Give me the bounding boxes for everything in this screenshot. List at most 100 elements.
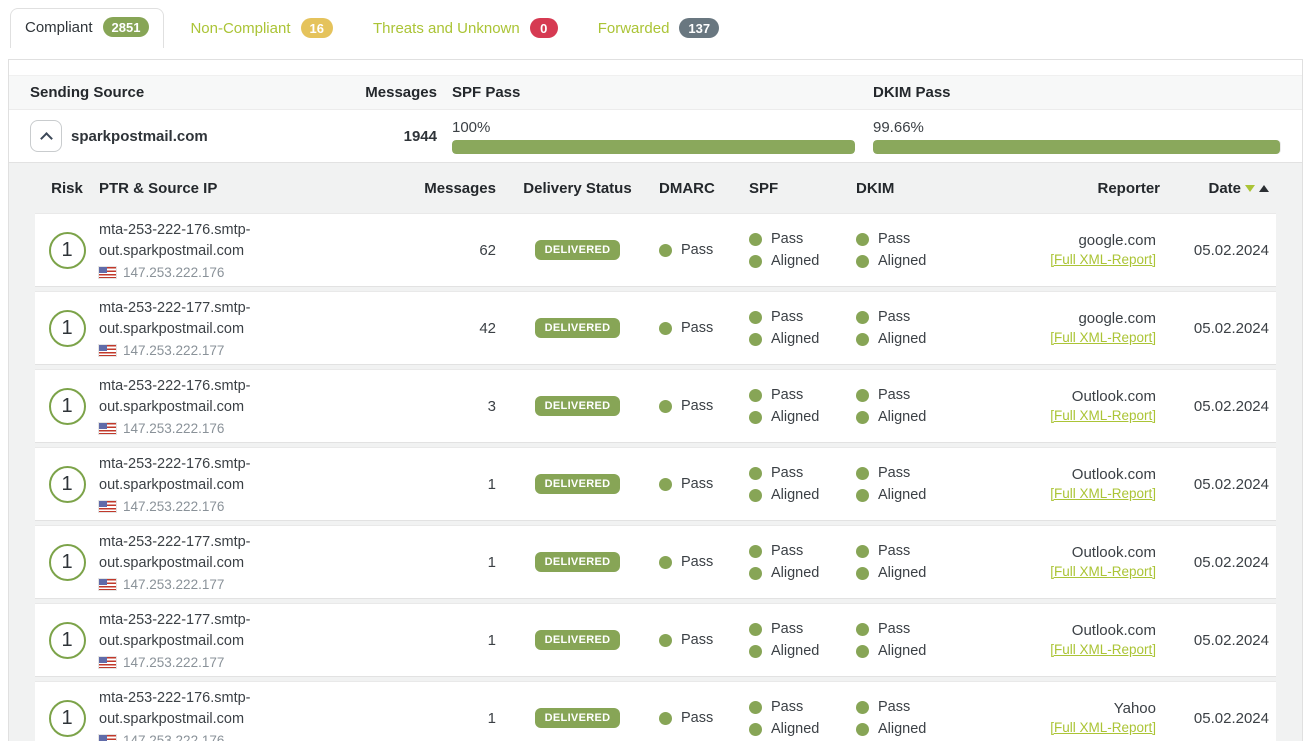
us-flag-icon [99, 657, 116, 668]
risk-score-badge: 1 [49, 622, 86, 659]
tab-non-compliant[interactable]: Non-Compliant 16 [176, 10, 347, 47]
spf-pass-dot-icon [749, 545, 762, 558]
table-row: 1 mta-253-222-177.smtp-out.sparkpostmail… [35, 603, 1276, 677]
spf-pass-bar-fill [452, 140, 855, 154]
table-row: 1 mta-253-222-177.smtp-out.sparkpostmail… [35, 525, 1276, 599]
dkim-pass-bar [873, 140, 1281, 154]
dkim-alignment: Aligned [878, 329, 926, 349]
sort-descending-icon[interactable] [1245, 185, 1255, 192]
dkim-pass-dot-icon [856, 389, 869, 402]
spf-aligned-dot-icon [749, 411, 762, 424]
header-ptr-source-ip: PTR & Source IP [99, 180, 335, 197]
source-ip: 147.253.222.176 [123, 733, 224, 741]
spf-result: Pass [771, 385, 803, 405]
full-xml-report-link[interactable]: [Full XML-Report] [1050, 486, 1156, 501]
dkim-alignment: Aligned [878, 251, 926, 271]
dkim-aligned-dot-icon [856, 645, 869, 658]
report-date: 05.02.2024 [1160, 320, 1276, 337]
chevron-up-icon [40, 132, 53, 145]
dkim-pass-dot-icon [856, 233, 869, 246]
risk-score-badge: 1 [49, 388, 86, 425]
tab-forwarded-label: Forwarded [598, 20, 670, 37]
sort-ascending-icon[interactable] [1259, 185, 1269, 192]
dmarc-result: Pass [681, 396, 713, 416]
spf-result: Pass [771, 463, 803, 483]
row-messages-count: 42 [335, 320, 496, 337]
source-ip: 147.253.222.177 [123, 655, 224, 670]
dmarc-pass-dot-icon [659, 400, 672, 413]
collapse-source-button[interactable] [30, 120, 62, 152]
full-xml-report-link[interactable]: [Full XML-Report] [1050, 642, 1156, 657]
spf-pass-dot-icon [749, 311, 762, 324]
ptr-hostname: mta-253-222-177.smtp-out.sparkpostmail.c… [99, 610, 279, 652]
report-date: 05.02.2024 [1160, 632, 1276, 649]
row-messages-count: 1 [335, 476, 496, 493]
us-flag-icon [99, 423, 116, 434]
dkim-pass-bar-fill [873, 140, 1280, 154]
tab-forwarded-count-badge: 137 [679, 18, 719, 38]
tab-threats-and-unknown[interactable]: Threats and Unknown 0 [359, 10, 572, 47]
report-date: 05.02.2024 [1160, 242, 1276, 259]
spf-alignment: Aligned [771, 329, 819, 349]
spf-pass-dot-icon [749, 467, 762, 480]
dkim-aligned-dot-icon [856, 567, 869, 580]
row-messages-count: 1 [335, 710, 496, 727]
risk-score-badge: 1 [49, 466, 86, 503]
dmarc-pass-dot-icon [659, 478, 672, 491]
reporter-domain: Outlook.com [976, 622, 1156, 639]
tab-non-compliant-label: Non-Compliant [190, 20, 290, 37]
tab-compliant-count-badge: 2851 [103, 17, 150, 37]
row-messages-count: 62 [335, 242, 496, 259]
dkim-aligned-dot-icon [856, 489, 869, 502]
tab-forwarded[interactable]: Forwarded 137 [584, 10, 733, 47]
row-messages-count: 1 [335, 632, 496, 649]
dkim-result: Pass [878, 541, 910, 561]
dmarc-result: Pass [681, 630, 713, 650]
report-date: 05.02.2024 [1160, 554, 1276, 571]
spf-aligned-dot-icon [749, 255, 762, 268]
ptr-hostname: mta-253-222-176.smtp-out.sparkpostmail.c… [99, 220, 279, 262]
delivery-status-badge: DELIVERED [535, 708, 621, 728]
delivery-status-badge: DELIVERED [535, 630, 621, 650]
full-xml-report-link[interactable]: [Full XML-Report] [1050, 720, 1156, 735]
spf-alignment: Aligned [771, 563, 819, 583]
spf-aligned-dot-icon [749, 645, 762, 658]
dmarc-pass-dot-icon [659, 634, 672, 647]
source-ip: 147.253.222.176 [123, 265, 224, 280]
ptr-hostname: mta-253-222-176.smtp-out.sparkpostmail.c… [99, 688, 279, 730]
risk-score-badge: 1 [49, 232, 86, 269]
tab-compliant[interactable]: Compliant 2851 [10, 8, 164, 48]
spf-aligned-dot-icon [749, 723, 762, 736]
header-dkim-pass: DKIM Pass [855, 84, 1281, 101]
tab-non-compliant-count-badge: 16 [301, 18, 333, 38]
full-xml-report-link[interactable]: [Full XML-Report] [1050, 564, 1156, 579]
us-flag-icon [99, 501, 116, 512]
ptr-hostname: mta-253-222-176.smtp-out.sparkpostmail.c… [99, 454, 279, 496]
ptr-hostname: mta-253-222-177.smtp-out.sparkpostmail.c… [99, 298, 279, 340]
dkim-aligned-dot-icon [856, 723, 869, 736]
risk-score-badge: 1 [49, 310, 86, 347]
tab-compliant-label: Compliant [25, 19, 93, 36]
full-xml-report-link[interactable]: [Full XML-Report] [1050, 252, 1156, 267]
spf-aligned-dot-icon [749, 567, 762, 580]
report-date: 05.02.2024 [1160, 398, 1276, 415]
delivery-status-badge: DELIVERED [535, 552, 621, 572]
spf-alignment: Aligned [771, 719, 819, 739]
report-tabs: Compliant 2851 Non-Compliant 16 Threats … [10, 13, 1311, 47]
dkim-aligned-dot-icon [856, 255, 869, 268]
spf-result: Pass [771, 619, 803, 639]
spf-result: Pass [771, 229, 803, 249]
dkim-aligned-dot-icon [856, 411, 869, 424]
sending-source-row: sparkpostmail.com 1944 100% 99.66% [9, 110, 1302, 163]
full-xml-report-link[interactable]: [Full XML-Report] [1050, 330, 1156, 345]
risk-score-badge: 1 [49, 700, 86, 737]
dkim-result: Pass [878, 385, 910, 405]
full-xml-report-link[interactable]: [Full XML-Report] [1050, 408, 1156, 423]
dkim-alignment: Aligned [878, 407, 926, 427]
header-sending-source: Sending Source [30, 84, 330, 101]
dmarc-pass-dot-icon [659, 322, 672, 335]
spf-pass-bar [452, 140, 855, 154]
row-messages-count: 1 [335, 554, 496, 571]
us-flag-icon [99, 267, 116, 278]
spf-pass-dot-icon [749, 701, 762, 714]
